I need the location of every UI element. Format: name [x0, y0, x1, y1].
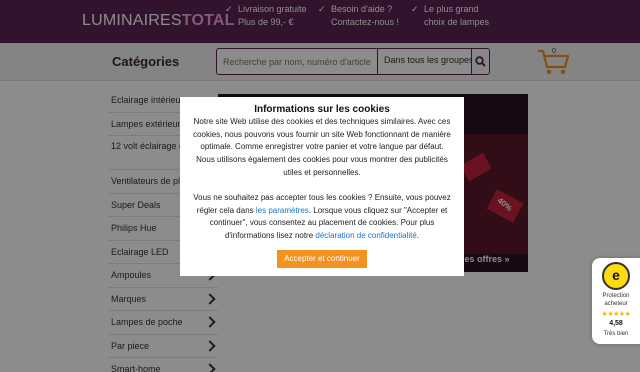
- rating-stars-icon: ★★★★★: [601, 311, 631, 318]
- privacy-statement-link[interactable]: déclaration de confidentialité: [315, 231, 416, 240]
- rating-word: Très bien: [603, 331, 629, 337]
- cookie-modal-details: Vous ne souhaitez pas accepter tous les …: [190, 192, 454, 243]
- cookie-settings-link[interactable]: les paramètres: [256, 206, 309, 215]
- cookie-modal-intro: Notre site Web utilise des cookies et de…: [193, 117, 451, 177]
- trustbadge-label: Protection acheteur: [602, 293, 630, 307]
- rating-score: 4,58: [609, 320, 623, 327]
- cookie-modal-title: Informations sur les cookies: [254, 104, 390, 115]
- trustbadge[interactable]: e Protection acheteur ★★★★★ 4,58 Très bi…: [592, 258, 640, 344]
- trusted-shops-seal-icon: e: [602, 262, 630, 290]
- accept-and-continue-button[interactable]: Accepter et continuer: [277, 250, 367, 268]
- cookie-text-part3: .: [416, 231, 420, 241]
- seal-letter: e: [612, 267, 620, 283]
- cookie-modal: Informations sur les cookies Notre site …: [180, 97, 464, 276]
